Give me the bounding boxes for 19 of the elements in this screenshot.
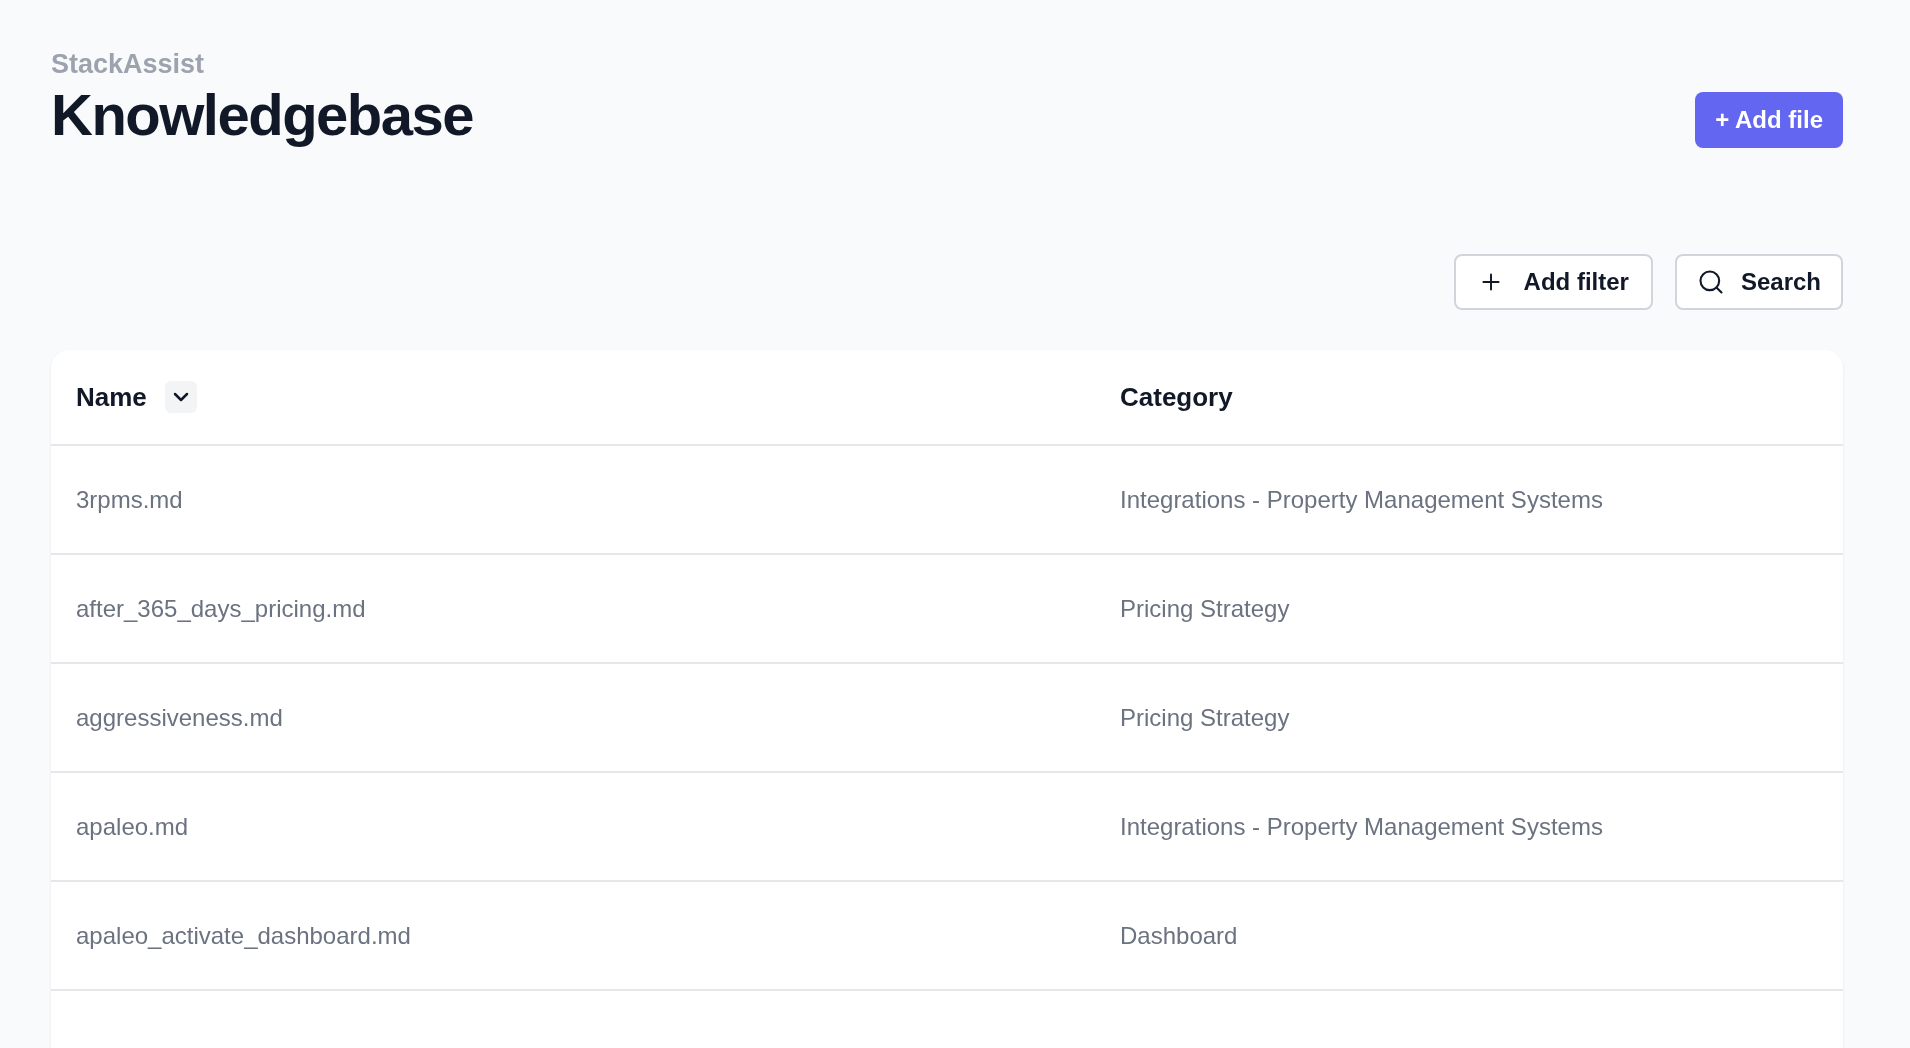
column-header: Category xyxy=(1120,380,1233,414)
table-cell-text: apaleo_activate_dashboard.md xyxy=(76,920,412,951)
search-button[interactable]: Search xyxy=(1674,254,1843,310)
column-header: Name xyxy=(76,380,147,414)
app-name: StackAssist xyxy=(51,48,206,80)
table-cell-text: Integrations - Property Management Systems xyxy=(1120,484,1604,515)
search-icon xyxy=(1696,268,1725,296)
add-file-button[interactable]: + Add file xyxy=(1695,92,1843,148)
add-filter-button[interactable]: Add filter xyxy=(1453,254,1653,310)
table-cell-text: Integrations - Property Management Systems xyxy=(1120,811,1604,842)
table-cell-text: aggressiveness.md xyxy=(76,702,284,733)
sort-dropdown[interactable] xyxy=(164,381,197,413)
table-cell-text: 3rpms.md xyxy=(76,484,184,515)
table-cell-text: after_365_days_pricing.md xyxy=(76,593,367,624)
table-cell-text: Dashboard xyxy=(1120,920,1239,951)
table-cell-text: Pricing Strategy xyxy=(1120,702,1291,733)
page-title: Knowledgebase xyxy=(51,81,474,149)
table-cell-text: apaleo.md xyxy=(76,811,190,842)
table-cell-text: Pricing Strategy xyxy=(1120,593,1291,624)
